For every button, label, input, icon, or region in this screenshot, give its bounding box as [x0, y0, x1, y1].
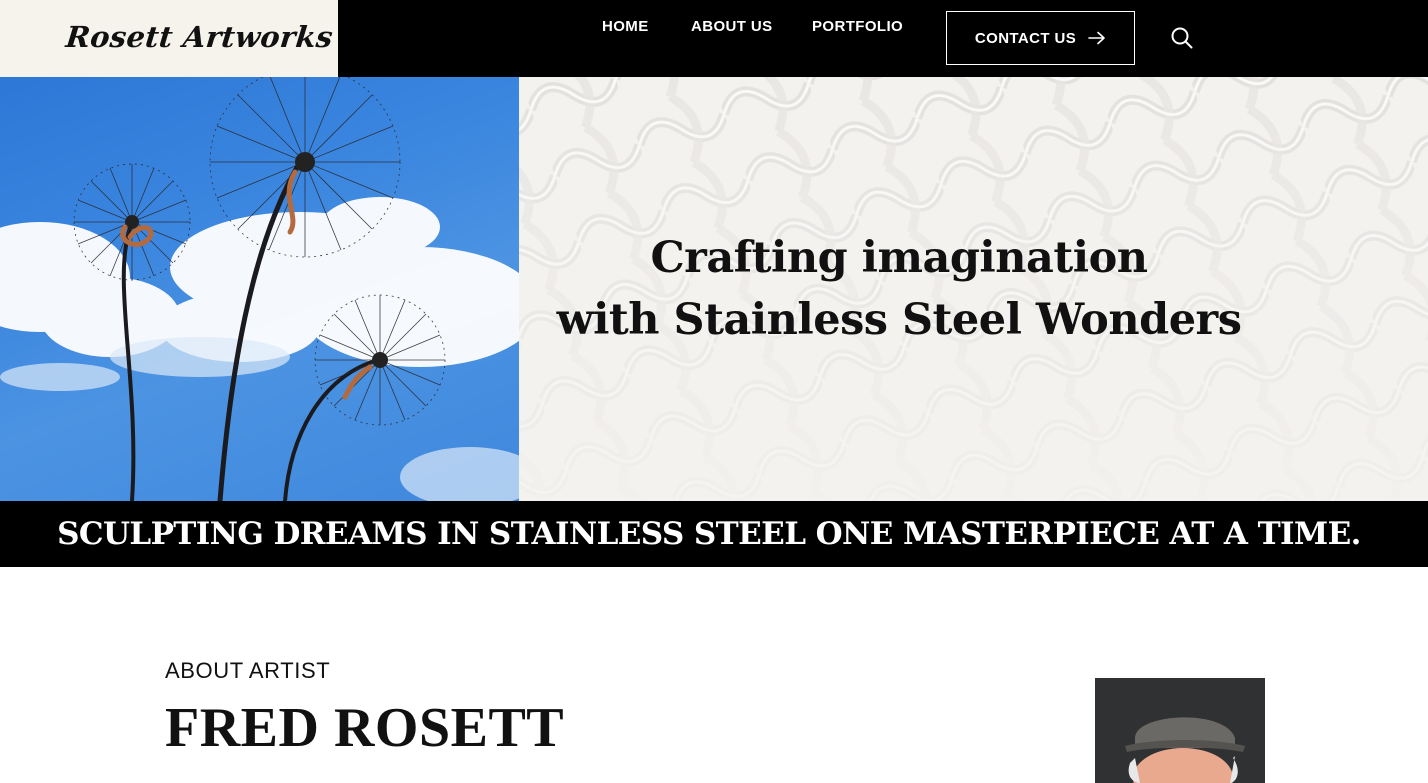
nav-home[interactable]: HOME [602, 18, 649, 35]
nav-about-us[interactable]: ABOUT US [691, 18, 773, 35]
contact-us-label: CONTACT US [974, 29, 1077, 47]
hero-heading-line2: with Stainless Steel Wonders [556, 295, 1242, 345]
hero-sculpture-image [0, 77, 519, 501]
arrow-right-icon [1088, 31, 1105, 45]
site-header: Rosett Artworks HOME ABOUT US PORTFOLIO … [0, 0, 1428, 77]
dandelion-sculpture-illustration [0, 77, 519, 501]
nav-portfolio[interactable]: PORTFOLIO [812, 18, 903, 35]
main-nav: HOME ABOUT US PORTFOLIO CONTACT US [0, 0, 1428, 77]
artist-photo [1095, 678, 1265, 783]
search-icon[interactable] [1170, 26, 1194, 50]
contact-us-button[interactable]: CONTACT US [946, 11, 1135, 65]
artist-name: FRED ROSETT [165, 697, 565, 759]
tagline: SCULPTING DREAMS IN STAINLESS STEEL ONE … [57, 516, 1361, 552]
hero-heading-line1: Crafting imagination [650, 233, 1148, 283]
artist-portrait [1125, 717, 1245, 783]
about-artist-label: ABOUT ARTIST [165, 658, 331, 683]
tagline-band: SCULPTING DREAMS IN STAINLESS STEEL ONE … [0, 501, 1428, 567]
hero-section: Crafting imagination with Stainless Stee… [0, 77, 1428, 501]
hero-heading: Crafting imagination with Stainless Stee… [519, 227, 1279, 351]
